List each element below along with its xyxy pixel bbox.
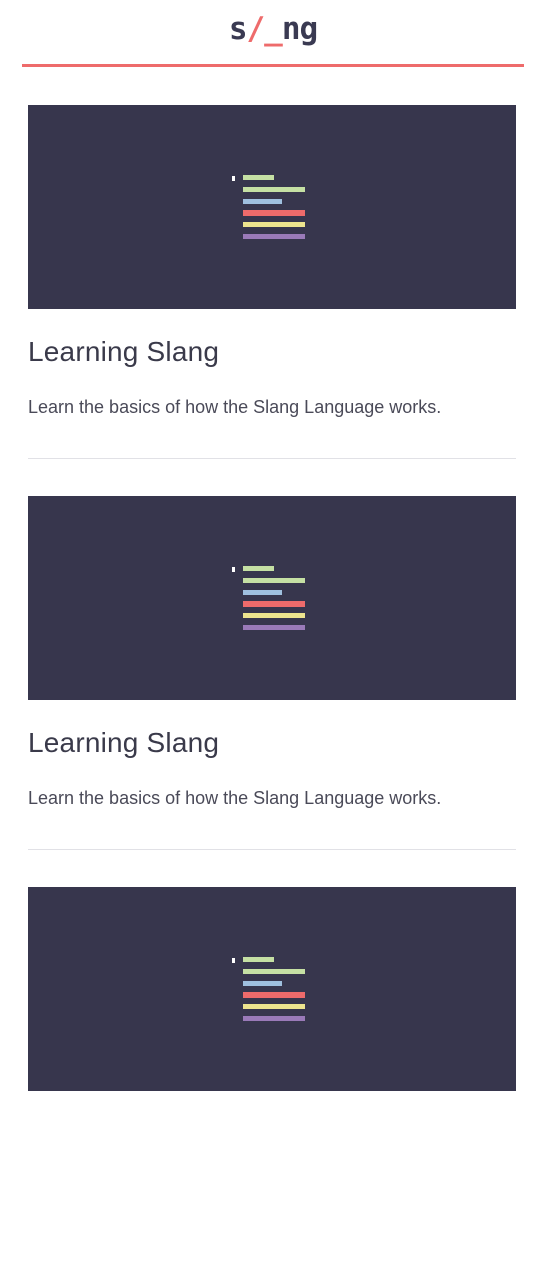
lesson-feed: Learning Slang Learn the basics of how t… (28, 105, 516, 1278)
code-line (243, 222, 305, 227)
logo-text-accent: /_ (246, 11, 283, 47)
code-line (243, 590, 282, 595)
lesson-card[interactable] (28, 887, 516, 1278)
lesson-card-title[interactable]: Learning Slang (28, 726, 219, 760)
code-line (243, 210, 305, 216)
lesson-card-image[interactable] (28, 496, 516, 700)
code-line (243, 969, 305, 974)
slang-logo[interactable]: s/_ng (228, 9, 318, 49)
code-line (243, 601, 305, 607)
code-line (243, 566, 274, 571)
lesson-card[interactable]: Learning Slang Learn the basics of how t… (28, 105, 516, 496)
code-line (243, 613, 305, 618)
code-line (243, 199, 282, 204)
code-line (243, 981, 282, 986)
code-line (243, 625, 305, 630)
code-line (243, 234, 305, 239)
lesson-card-image[interactable] (28, 887, 516, 1091)
app-header: s/_ng (22, 0, 524, 67)
logo-text-end: ng (281, 11, 318, 47)
lesson-card[interactable]: Learning Slang Learn the basics of how t… (28, 496, 516, 887)
code-line (243, 175, 274, 180)
code-lines-icon (232, 175, 305, 239)
code-line (243, 578, 305, 583)
cursor-mark (232, 567, 235, 572)
code-line (243, 957, 274, 962)
lesson-card-title[interactable]: Learning Slang (28, 335, 219, 369)
code-line (243, 187, 305, 192)
lesson-card-description: Learn the basics of how the Slang Langua… (28, 397, 442, 417)
card-divider (28, 458, 516, 459)
code-lines-icon (232, 957, 305, 1021)
logo-text-start: s (228, 11, 248, 47)
code-line (243, 1004, 305, 1009)
code-line (243, 992, 305, 998)
lesson-card-image[interactable] (28, 105, 516, 309)
code-line (243, 1016, 305, 1021)
code-lines-icon (232, 566, 305, 630)
cursor-mark (232, 958, 235, 963)
cursor-mark (232, 176, 235, 181)
card-divider (28, 849, 516, 850)
lesson-card-description: Learn the basics of how the Slang Langua… (28, 788, 442, 808)
